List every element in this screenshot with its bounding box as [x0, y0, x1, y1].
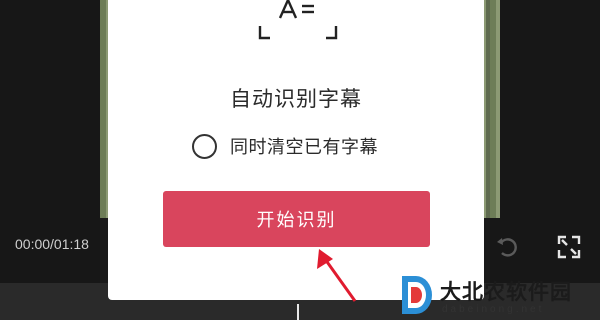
- editor-background-left: [0, 0, 100, 320]
- annotation-arrow: [317, 249, 357, 302]
- watermark: 大北农软件园 dabeinong.net: [398, 272, 598, 318]
- start-recognition-button[interactable]: 开始识别: [163, 191, 430, 247]
- radio-button[interactable]: [192, 133, 217, 159]
- watermark-logo-icon: [402, 276, 432, 314]
- timecode: 00:00/01:18: [15, 236, 89, 252]
- watermark-name: 大北农软件园: [440, 279, 572, 304]
- fullscreen-icon[interactable]: [556, 234, 582, 260]
- auto-subtitle-icon: [258, 0, 338, 40]
- watermark-domain: dabeinong.net: [442, 304, 545, 315]
- dialog-title: 自动识别字幕: [230, 88, 362, 111]
- playhead[interactable]: [297, 304, 299, 320]
- undo-icon[interactable]: [495, 234, 521, 260]
- clear-existing-subtitles-option[interactable]: 同时清空已有字幕: [192, 131, 378, 161]
- option-label: 同时清空已有字幕: [230, 137, 378, 157]
